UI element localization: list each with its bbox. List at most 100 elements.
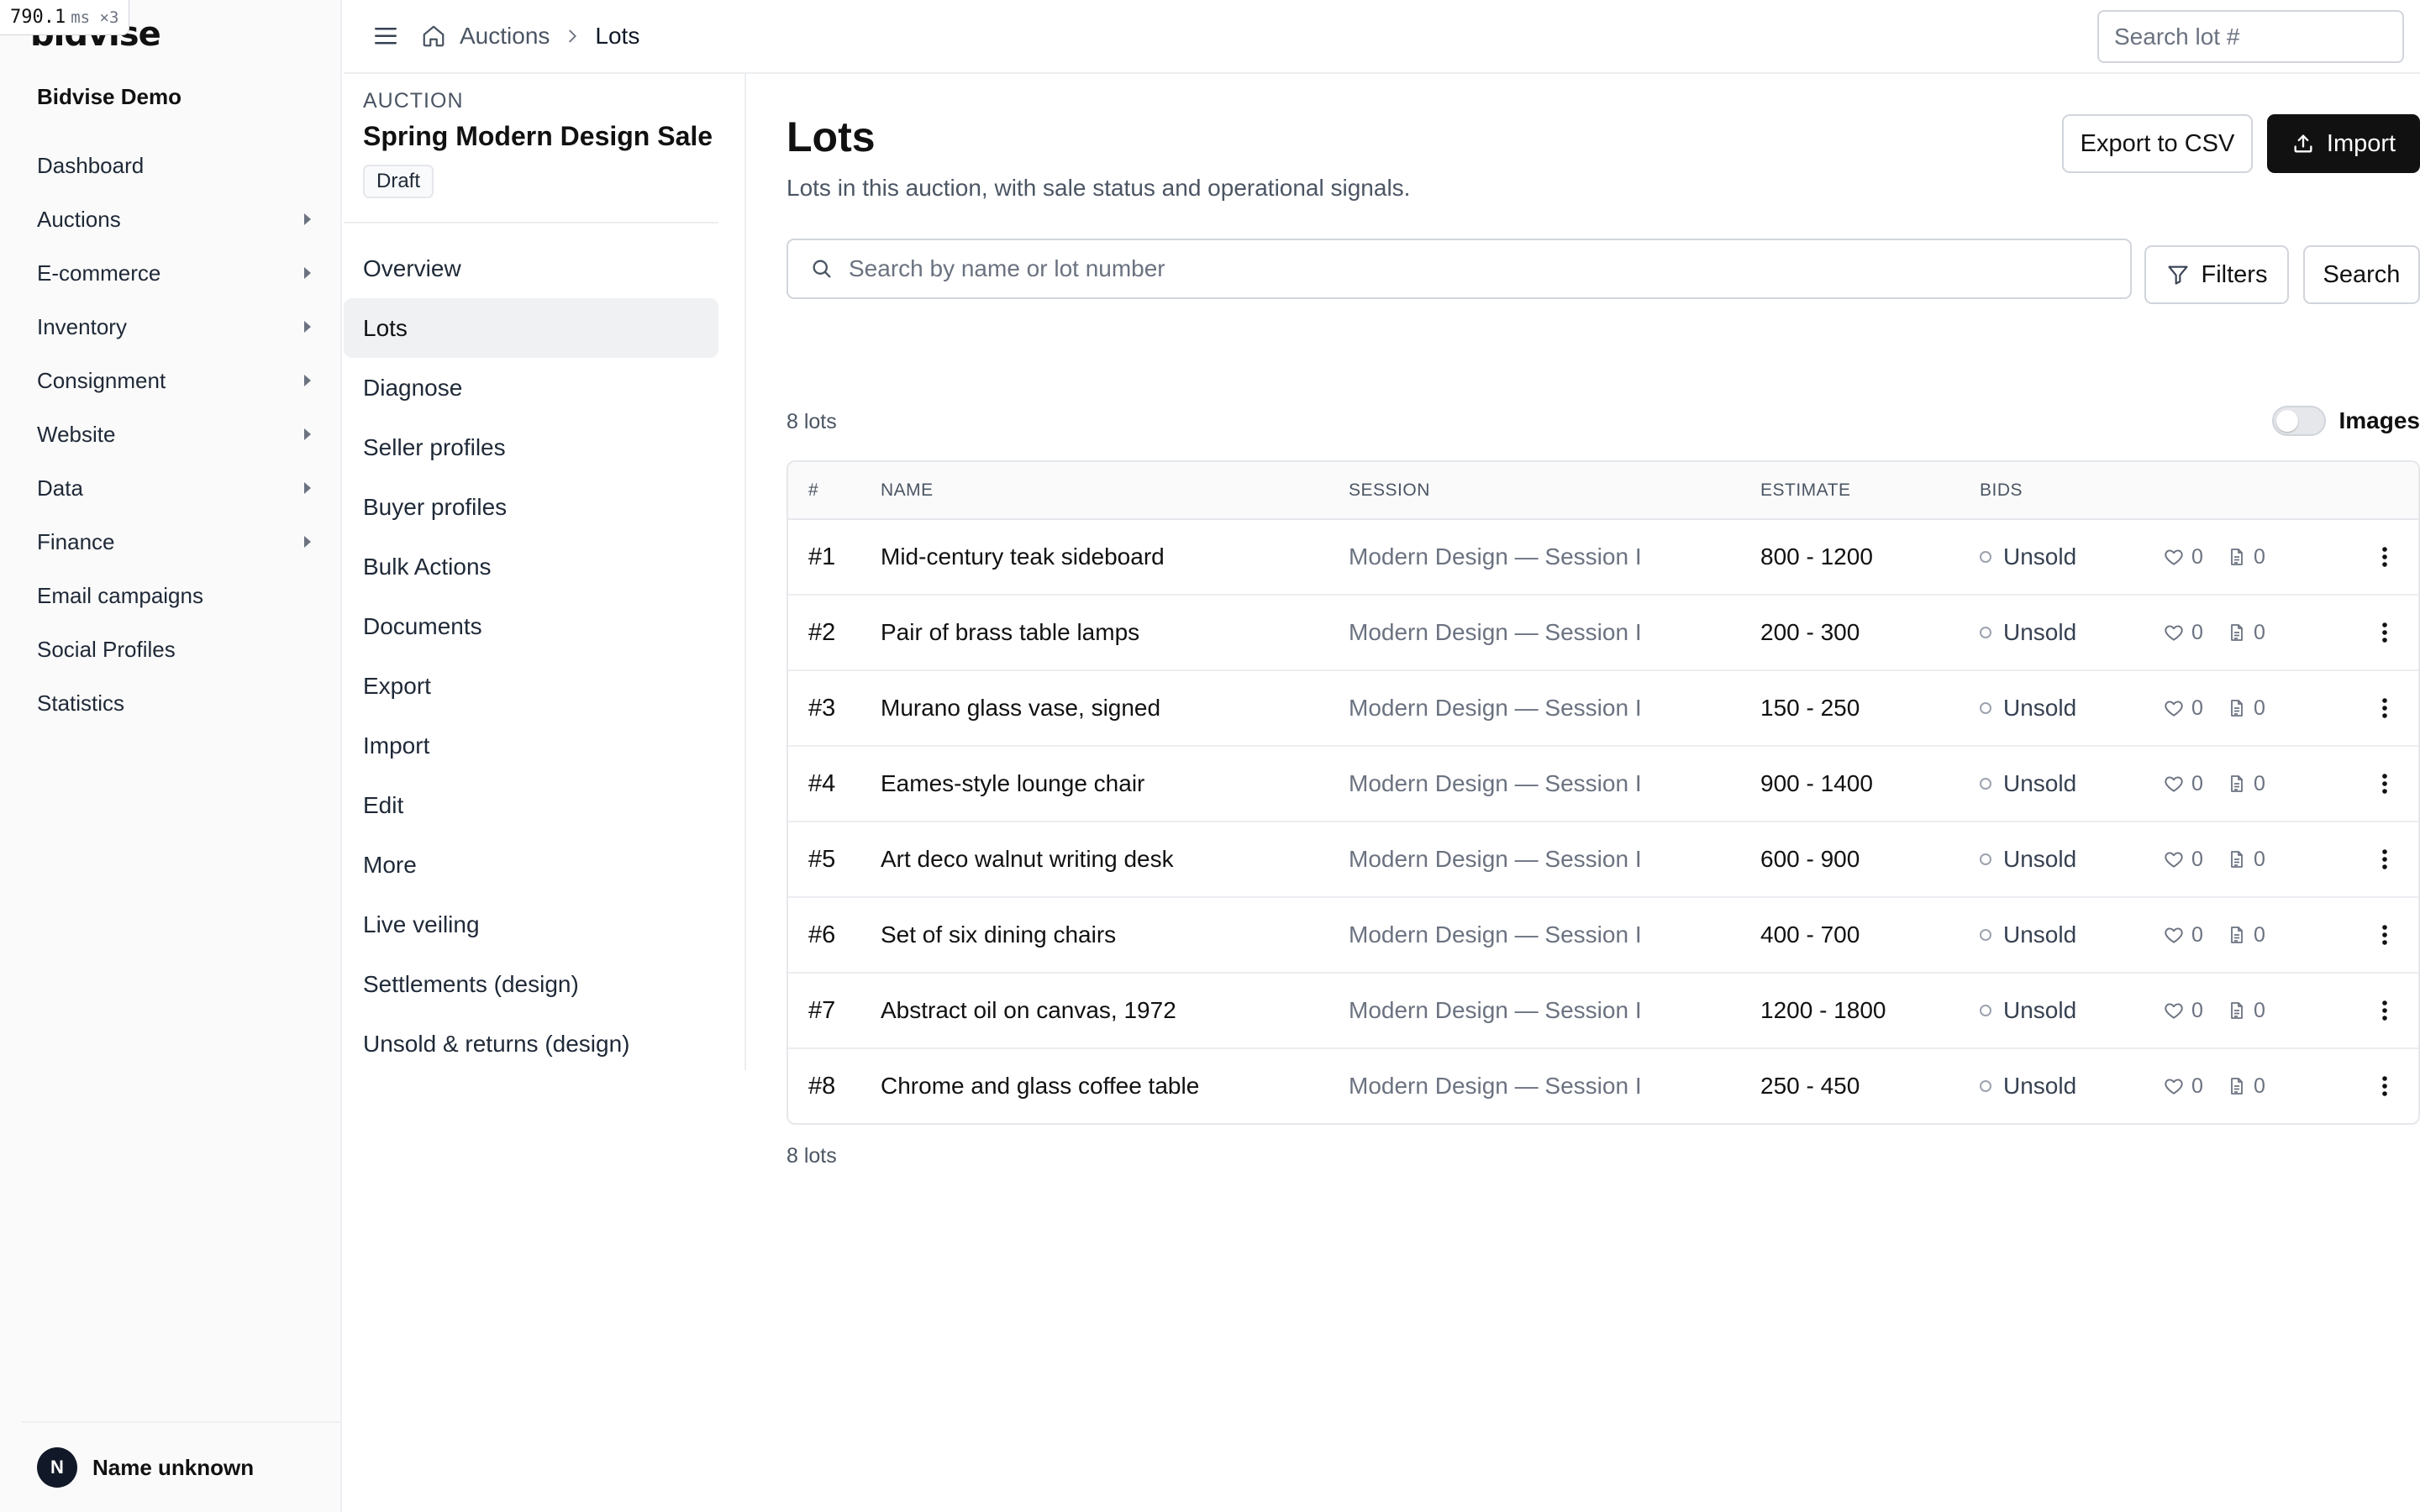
- more-vertical-icon[interactable]: [2368, 671, 2402, 745]
- home-icon[interactable]: [421, 24, 446, 49]
- lot-search: [2097, 10, 2404, 63]
- table-row[interactable]: #4 Eames-style lounge chair Modern Design …: [788, 747, 2418, 822]
- auction-nav-buyer-profiles[interactable]: Buyer profiles: [344, 477, 718, 537]
- lot-documents-count: 0: [2254, 922, 2265, 947]
- lot-likes: 0: [2163, 747, 2203, 821]
- images-toggle[interactable]: Images: [2271, 406, 2420, 436]
- table-search-input[interactable]: [849, 255, 2130, 282]
- lot-name[interactable]: Art deco walnut writing desk: [881, 822, 1174, 896]
- more-vertical-icon[interactable]: [2368, 1049, 2402, 1123]
- more-vertical-icon[interactable]: [2368, 747, 2402, 821]
- lot-status-label: Unsold: [2003, 997, 2077, 1023]
- lot-name[interactable]: Murano glass vase, signed: [881, 671, 1160, 745]
- circle-outline-icon: [1980, 551, 1991, 563]
- sidebar-item-dashboard[interactable]: Dashboard: [18, 139, 329, 192]
- table-row[interactable]: #7 Abstract oil on canvas, 1972 Modern Des…: [788, 974, 2418, 1049]
- filter-icon: [2166, 263, 2190, 286]
- lot-name[interactable]: Chrome and glass coffee table: [881, 1049, 1199, 1123]
- auction-nav-diagnose[interactable]: Diagnose: [344, 358, 718, 417]
- more-vertical-icon[interactable]: [2368, 596, 2402, 669]
- sidebar-item-inventory[interactable]: Inventory: [18, 300, 329, 354]
- sidebar-item-social-profiles[interactable]: Social Profiles: [18, 622, 329, 676]
- auction-nav-unsold-returns-design[interactable]: Unsold & returns (design): [344, 1014, 718, 1074]
- table-row[interactable]: #1 Mid-century teak sideboard Modern Desig…: [788, 520, 2418, 596]
- sidebar-item-website[interactable]: Website: [18, 407, 329, 461]
- sidebar-item-label: Website: [37, 421, 116, 447]
- lot-name[interactable]: Mid-century teak sideboard: [881, 520, 1165, 594]
- lot-status-label: Unsold: [2003, 1073, 2077, 1099]
- lot-name[interactable]: Eames-style lounge chair: [881, 747, 1144, 821]
- auction-nav-settlements-design[interactable]: Settlements (design): [344, 954, 718, 1014]
- export-csv-button[interactable]: Export to CSV: [2062, 114, 2253, 173]
- auction-title: Spring Modern Design Sale: [363, 121, 713, 151]
- auction-nav-documents[interactable]: Documents: [344, 596, 718, 656]
- lot-session: Modern Design — Session I: [1349, 997, 1642, 1023]
- lot-session: Modern Design — Session I: [1349, 619, 1642, 645]
- auction-nav-edit[interactable]: Edit: [344, 775, 718, 835]
- sidebar-item-consignment[interactable]: Consignment: [18, 354, 329, 407]
- filters-button[interactable]: Filters: [2144, 245, 2289, 304]
- lot-number: #7: [808, 996, 836, 1024]
- table-row[interactable]: #6 Set of six dining chairs Modern Design …: [788, 898, 2418, 974]
- auction-nav-bulk-actions[interactable]: Bulk Actions: [344, 537, 718, 596]
- caret-right-icon: [304, 428, 311, 440]
- more-vertical-icon[interactable]: [2368, 822, 2402, 896]
- user-profile[interactable]: N Name unknown: [22, 1421, 339, 1512]
- document-icon: [2227, 1075, 2247, 1097]
- heart-icon: [2163, 1075, 2185, 1097]
- sidebar-item-email-campaigns[interactable]: Email campaigns: [18, 569, 329, 622]
- lot-documents-count: 0: [2254, 544, 2265, 569]
- sidebar-item-finance[interactable]: Finance: [18, 515, 329, 569]
- table-row[interactable]: #5 Art deco walnut writing desk Modern Des…: [788, 822, 2418, 898]
- column-header-name[interactable]: NAME: [881, 462, 934, 518]
- hamburger-icon[interactable]: [374, 25, 397, 47]
- table-row[interactable]: #3 Murano glass vase, signed Modern Design…: [788, 671, 2418, 747]
- more-vertical-icon[interactable]: [2368, 520, 2402, 594]
- column-header-bids[interactable]: BIDS: [1980, 462, 2023, 518]
- auction-nav-export[interactable]: Export: [344, 656, 718, 716]
- toggle-switch[interactable]: [2271, 406, 2326, 436]
- lot-likes: 0: [2163, 822, 2203, 896]
- auction-nav-seller-profiles[interactable]: Seller profiles: [344, 417, 718, 477]
- heart-icon: [2163, 622, 2185, 643]
- more-vertical-icon[interactable]: [2368, 974, 2402, 1047]
- lot-documents-count: 0: [2254, 620, 2265, 644]
- document-icon: [2227, 546, 2247, 568]
- lot-name[interactable]: Abstract oil on canvas, 1972: [881, 974, 1176, 1047]
- toggle-knob: [2275, 410, 2298, 432]
- auction-nav-import[interactable]: Import: [344, 716, 718, 775]
- caret-right-icon: [304, 267, 311, 279]
- column-header-session[interactable]: SESSION: [1349, 462, 1430, 518]
- export-csv-label: Export to CSV: [2080, 129, 2235, 157]
- lots-table: # NAME SESSION ESTIMATE BIDS #1 Mid-centu…: [786, 460, 2420, 1125]
- breadcrumb-auctions[interactable]: Auctions: [460, 23, 550, 50]
- org-name[interactable]: Bidvise Demo: [37, 84, 182, 110]
- sidebar-item-e-commerce[interactable]: E-commerce: [18, 246, 329, 300]
- lot-number: #4: [808, 769, 836, 797]
- sidebar-item-auctions[interactable]: Auctions: [18, 192, 329, 246]
- lot-status-label: Unsold: [2003, 846, 2077, 872]
- column-header-number[interactable]: #: [808, 462, 818, 518]
- auction-nav-live-veiling[interactable]: Live veiling: [344, 895, 718, 954]
- import-button[interactable]: Import: [2267, 114, 2420, 173]
- lot-name[interactable]: Pair of brass table lamps: [881, 596, 1139, 669]
- lot-number: #1: [808, 543, 836, 570]
- column-header-estimate[interactable]: ESTIMATE: [1760, 462, 1850, 518]
- table-row[interactable]: #2 Pair of brass table lamps Modern Design…: [788, 596, 2418, 671]
- auction-nav-overview[interactable]: Overview: [344, 239, 718, 298]
- lot-search-input[interactable]: [2099, 12, 2402, 61]
- lot-name[interactable]: Set of six dining chairs: [881, 898, 1116, 972]
- lot-documents: 0: [2227, 974, 2265, 1047]
- search-button[interactable]: Search: [2303, 245, 2420, 304]
- more-vertical-icon[interactable]: [2368, 898, 2402, 972]
- sidebar-item-statistics[interactable]: Statistics: [18, 676, 329, 730]
- auction-nav-more[interactable]: More: [344, 835, 718, 895]
- chevron-right-icon: [563, 27, 581, 45]
- auction-nav-lots[interactable]: Lots: [344, 298, 718, 358]
- lot-likes: 0: [2163, 520, 2203, 594]
- table-row[interactable]: #8 Chrome and glass coffee table Modern De…: [788, 1049, 2418, 1123]
- sidebar-item-data[interactable]: Data: [18, 461, 329, 515]
- caret-right-icon: [304, 482, 311, 494]
- lot-likes-count: 0: [2191, 696, 2203, 720]
- sidebar: bidvise Bidvise Demo DashboardAuctionsE-…: [0, 0, 342, 1512]
